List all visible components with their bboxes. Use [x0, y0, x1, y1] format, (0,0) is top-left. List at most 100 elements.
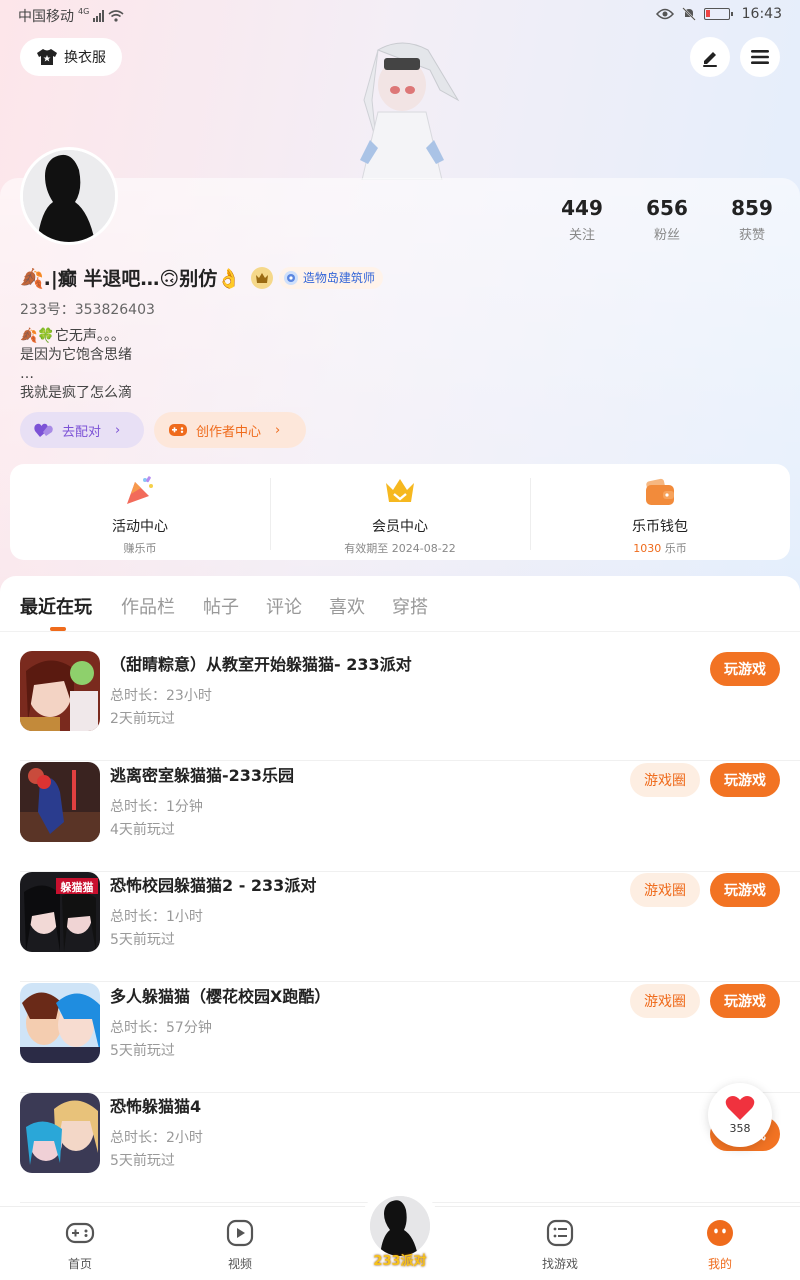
game-thumbnail[interactable] — [20, 651, 100, 731]
wallet-unit: 乐币 — [661, 542, 687, 555]
tab-likes[interactable]: 喜欢 — [329, 593, 365, 619]
tab-comments[interactable]: 评论 — [266, 593, 302, 619]
divider — [20, 981, 800, 982]
status-bar: 中国移动 4G 16:43 — [0, 0, 800, 32]
game-duration: 总时长：1小时 — [110, 909, 203, 925]
party-popper-icon — [127, 476, 153, 504]
eye-icon — [655, 8, 674, 20]
following-stat[interactable]: 449 关注 — [542, 196, 622, 243]
crown-icon — [386, 479, 414, 502]
game-thumbnail[interactable]: 躲猫猫 — [20, 872, 100, 952]
game-title: （甜睛粽意）从教室开始躲猫猫- 233派对 — [110, 655, 412, 674]
game-thumbnail[interactable] — [20, 983, 100, 1063]
nav-video[interactable]: 视频 — [200, 1217, 280, 1272]
game-circle-button[interactable]: 游戏圈 — [630, 763, 700, 797]
builder-icon — [283, 270, 298, 285]
content-panel: 最近在玩 作品栏 帖子 评论 喜欢 穿搭 （甜睛粽意）从教室开始躲猫猫- 233… — [0, 576, 800, 1216]
game-duration: 总时长：57分钟 — [110, 1020, 212, 1036]
game-thumbnail[interactable] — [20, 1093, 100, 1173]
change-outfit-button[interactable]: 换衣服 — [20, 38, 122, 76]
menu-icon — [751, 50, 769, 64]
bio-line: … — [20, 366, 34, 382]
game-circle-button[interactable]: 游戏圈 — [630, 984, 700, 1018]
game-row[interactable]: （甜睛粽意）从教室开始躲猫猫- 233派对 总时长：23小时 2天前玩过 玩游戏 — [0, 651, 800, 761]
menu-button[interactable] — [740, 37, 780, 77]
party-avatar-button[interactable] — [370, 1196, 430, 1256]
play-game-button[interactable]: 玩游戏 — [710, 652, 780, 686]
party-label[interactable]: 233派对 — [370, 1250, 430, 1269]
profile-face-icon — [707, 1220, 733, 1246]
chevron-right-icon: › — [275, 422, 281, 438]
nav-video-label: 视频 — [227, 1257, 252, 1271]
play-game-button[interactable]: 玩游戏 — [710, 763, 780, 797]
game-last-played: 5天前玩过 — [110, 932, 175, 948]
tab-recently-played[interactable]: 最近在玩 — [20, 593, 92, 619]
game-row[interactable]: 多人躲猫猫（樱花校园X跑酷） 总时长：57分钟 5天前玩过 游戏圈 玩游戏 — [0, 983, 800, 1093]
wallet-item[interactable]: 乐币钱包 1030 乐币 — [530, 464, 790, 560]
like-count: 358 — [729, 1122, 751, 1135]
game-title: 恐怖躲猫猫4 — [110, 1097, 202, 1116]
bio-line: 🍂🍀它无声。。。 — [20, 328, 125, 344]
game-title: 恐怖校园躲猫猫2 - 233派对 — [110, 876, 317, 895]
active-tab-indicator — [50, 627, 66, 631]
mute-bell-icon — [681, 7, 696, 21]
game-thumbnail[interactable] — [20, 762, 100, 842]
profile-stats: 449 关注 656 粉丝 859 获赞 — [0, 196, 800, 246]
tab-outfits[interactable]: 穿搭 — [392, 593, 428, 619]
member-center-subtitle: 有效期至 2024-08-22 — [344, 542, 456, 555]
pen-icon — [703, 52, 717, 67]
game-row[interactable]: 躲猫猫 恐怖校园躲猫猫2 - 233派对 总时长：1小时 5天前玩过 游戏圈 玩… — [0, 872, 800, 982]
edit-profile-button[interactable] — [690, 37, 730, 77]
change-outfit-label: 换衣服 — [64, 50, 106, 66]
game-circle-button[interactable]: 游戏圈 — [630, 873, 700, 907]
game-last-played: 2天前玩过 — [110, 711, 175, 727]
profile-tabs: 最近在玩 作品栏 帖子 评论 喜欢 穿搭 — [0, 576, 800, 632]
member-center-title: 会员中心 — [372, 519, 428, 535]
play-game-button[interactable]: 玩游戏 — [710, 984, 780, 1018]
nav-mine[interactable]: 我的 — [680, 1217, 760, 1272]
tab-works[interactable]: 作品栏 — [121, 593, 175, 619]
nickname: 🍂.|癫 半退吧…🙃别仿👌 — [20, 268, 241, 290]
carrier-label: 中国移动 — [18, 9, 74, 25]
match-button[interactable]: 去配对 › — [20, 412, 144, 448]
following-label: 关注 — [568, 228, 595, 243]
game-duration: 总时长：23小时 — [110, 688, 212, 704]
activity-center-item[interactable]: 活动中心 赚乐币 — [10, 464, 270, 560]
play-game-button[interactable]: 玩游戏 — [710, 873, 780, 907]
game-title: 多人躲猫猫（樱花校园X跑酷） — [110, 987, 331, 1006]
followers-count: 656 — [646, 196, 688, 220]
quick-access-panel: 活动中心 赚乐币 会员中心 有效期至 2024-08-22 乐币钱包 1030 … — [10, 464, 790, 560]
bio: 🍂🍀它无声。。。 是因为它饱含思绪 … 我就是疯了怎么滴 — [20, 327, 132, 403]
battery-icon — [703, 8, 733, 20]
wifi-icon — [108, 10, 124, 22]
bio-line: 我就是疯了怎么滴 — [20, 385, 132, 401]
nav-home-label: 首页 — [67, 1257, 92, 1271]
video-play-icon — [226, 1219, 254, 1247]
followers-label: 粉丝 — [653, 228, 680, 243]
builder-badge[interactable]: 造物岛建筑师 — [278, 266, 383, 289]
nav-home[interactable]: 首页 — [40, 1217, 120, 1272]
gamepad-icon — [65, 1222, 95, 1244]
nav-find-games-label: 找游戏 — [541, 1257, 578, 1271]
like-floating-button[interactable]: 358 — [708, 1083, 772, 1147]
game-row[interactable]: 逃离密室躲猫猫-233乐园 总时长：1分钟 4天前玩过 游戏圈 玩游戏 — [0, 762, 800, 872]
builder-badge-label: 造物岛建筑师 — [302, 271, 375, 285]
game-duration: 总时长：2小时 — [110, 1130, 203, 1146]
heart-icon — [725, 1096, 755, 1120]
vip-crown-badge[interactable] — [250, 266, 273, 289]
creator-center-button[interactable]: 创作者中心 › — [154, 412, 306, 448]
nav-find-games[interactable]: 找游戏 — [520, 1217, 600, 1272]
signal-icon — [93, 10, 105, 22]
list-icon — [546, 1219, 574, 1247]
gamepad-icon — [169, 424, 187, 436]
followers-stat[interactable]: 656 粉丝 — [627, 196, 707, 243]
likes-stat[interactable]: 859 获赞 — [712, 196, 792, 243]
crown-icon — [255, 272, 268, 283]
likes-label: 获赞 — [738, 228, 765, 243]
nav-mine-label: 我的 — [707, 1257, 732, 1271]
tab-posts[interactable]: 帖子 — [203, 593, 239, 619]
member-center-item[interactable]: 会员中心 有效期至 2024-08-22 — [270, 464, 530, 560]
chevron-right-icon: › — [115, 422, 121, 438]
divider — [20, 760, 800, 761]
character-avatar-image[interactable] — [330, 40, 475, 180]
